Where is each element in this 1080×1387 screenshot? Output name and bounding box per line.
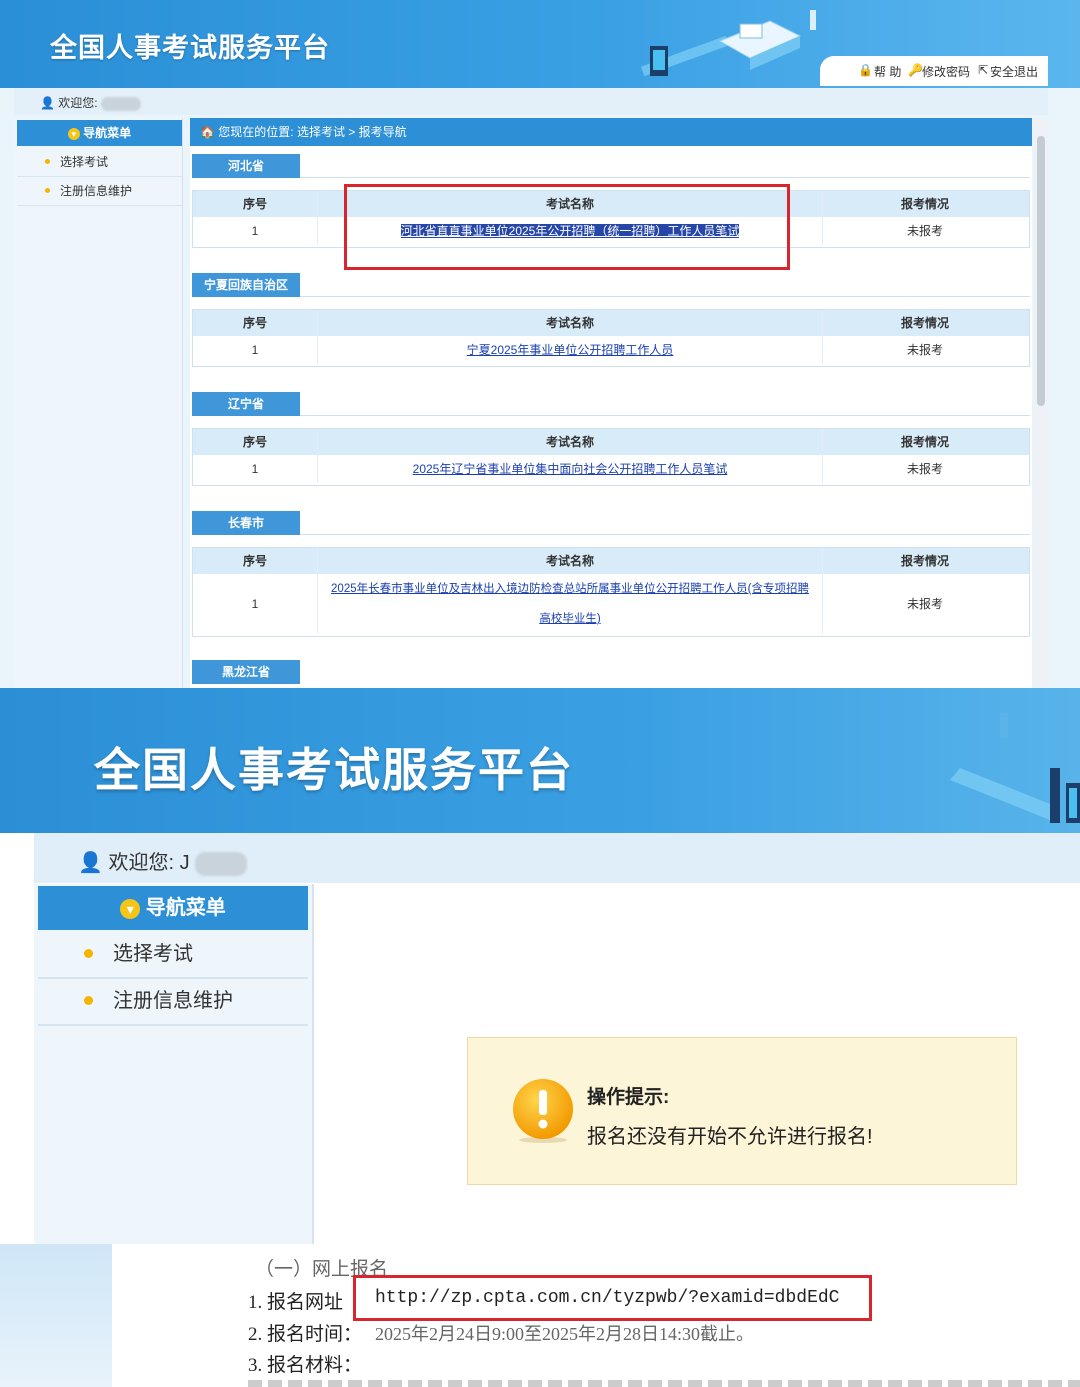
chevron-down-icon: ▾ bbox=[120, 898, 141, 919]
exam-link[interactable]: 宁夏2025年事业单位公开招聘工作人员 bbox=[467, 343, 674, 357]
sidebar: ▾ 导航菜单 选择考试 注册信息维护 bbox=[34, 884, 314, 1244]
notice-title: 操作提示: bbox=[587, 1087, 670, 1108]
blurred-username bbox=[100, 96, 141, 111]
exam-link[interactable]: 2025年辽宁省事业单位集中面向社会公开招聘工作人员笔试 bbox=[413, 462, 728, 476]
sidebar-item-label: 选择考试 bbox=[113, 943, 193, 965]
operation-notice: 操作提示: 报名还没有开始不允许进行报名! bbox=[467, 1037, 1017, 1185]
chevron-down-icon: ▾ bbox=[67, 127, 80, 140]
breadcrumb: 🏠 您现在的位置: 选择考试 > 报考导航 bbox=[190, 118, 1032, 146]
welcome-label: 欢迎您: bbox=[58, 96, 98, 110]
help-link[interactable]: 帮 助 bbox=[874, 63, 901, 80]
table-header: 序号 考试名称 报考情况 bbox=[193, 548, 1029, 574]
nav-menu-header: ▾ 导航菜单 bbox=[38, 886, 308, 930]
registration-time-label: 2. 报名时间： bbox=[248, 1324, 363, 1345]
scrollbar-thumb[interactable] bbox=[1037, 136, 1045, 406]
nav-menu-title: 导航菜单 bbox=[83, 126, 132, 140]
username-fragment: J bbox=[179, 852, 190, 874]
sidebar-item-label: 注册信息维护 bbox=[60, 184, 133, 198]
welcome-bar: 👤 欢迎您: J bbox=[34, 833, 1080, 883]
lock-icon: 🔒 bbox=[858, 63, 873, 77]
exam-link[interactable]: 2025年长春市事业单位及吉林出入境边防检查总站所属事业单位公开招聘工作人员(含… bbox=[331, 583, 809, 595]
logout-icon: ⇱ bbox=[978, 63, 989, 77]
announcement-document: （一）网上报名 1. 报名网址 http://zp.cpta.com.cn/ty… bbox=[0, 1244, 1080, 1387]
table-header: 序号 考试名称 报考情况 bbox=[193, 429, 1029, 455]
user-icon: 👤 bbox=[78, 852, 103, 874]
site-header: 全国人事考试服务平台 🔒 帮 助 🔑 修改密码 ⇱ 安全退出 bbox=[0, 0, 1080, 88]
sidebar: ▾ 导航菜单 选择考试 注册信息维护 bbox=[14, 118, 183, 688]
site-header: 全国人事考试服务平台 bbox=[0, 688, 1080, 833]
scrollbar[interactable] bbox=[1034, 118, 1048, 688]
registration-time-value: 2025年2月24日9:00至2025年2月28日14:30截止。 bbox=[375, 1324, 755, 1344]
bullet-icon bbox=[45, 159, 50, 165]
region-tab: 宁夏回族自治区 bbox=[192, 273, 300, 297]
exam-table: 序号 考试名称 报考情况 1 2025年辽宁省事业单位集中面向社会公开招聘工作人… bbox=[192, 428, 1030, 486]
site-title: 全国人事考试服务平台 bbox=[94, 744, 574, 796]
exam-list-screenshot: 全国人事考试服务平台 🔒 帮 助 🔑 修改密码 ⇱ 安全退出 👤 欢迎您: ▾ … bbox=[0, 0, 1080, 688]
sidebar-item-profile[interactable]: 注册信息维护 bbox=[17, 177, 182, 206]
bullet-icon bbox=[45, 188, 50, 194]
table-row: 1 2025年辽宁省事业单位集中面向社会公开招聘工作人员笔试 未报考 bbox=[193, 455, 1029, 483]
sidebar-item-profile[interactable]: 注册信息维护 bbox=[38, 979, 308, 1026]
sidebar-item-select-exam[interactable]: 选择考试 bbox=[17, 148, 182, 177]
exam-table: 序号 考试名称 报考情况 1 2025年长春市事业单位及吉林出入境边防检查总站所… bbox=[192, 547, 1030, 637]
header-illustration bbox=[950, 713, 1080, 823]
warning-icon bbox=[513, 1079, 573, 1143]
notice-message: 报名还没有开始不允许进行报名! bbox=[587, 1126, 873, 1148]
top-links: 🔒 帮 助 🔑 修改密码 ⇱ 安全退出 bbox=[820, 56, 1048, 86]
sidebar-item-select-exam[interactable]: 选择考试 bbox=[38, 932, 308, 979]
bullet-icon bbox=[84, 995, 93, 1005]
main-content: 🏠 您现在的位置: 选择考试 > 报考导航 河北省 序号 考试名称 报考情况 1… bbox=[190, 118, 1032, 688]
welcome-bar: 👤 欢迎您: bbox=[14, 88, 1048, 115]
exam-table: 序号 考试名称 报考情况 1 宁夏2025年事业单位公开招聘工作人员 未报考 bbox=[192, 309, 1030, 367]
logout-link[interactable]: 安全退出 bbox=[990, 63, 1038, 80]
table-row: 1 宁夏2025年事业单位公开招聘工作人员 未报考 bbox=[193, 336, 1029, 364]
table-header: 序号 考试名称 报考情况 bbox=[193, 310, 1029, 336]
region-tab: 河北省 bbox=[192, 154, 300, 178]
registration-url-label: 1. 报名网址 bbox=[248, 1292, 344, 1313]
sidebar-item-label: 选择考试 bbox=[60, 155, 109, 169]
registration-notice-screenshot: 全国人事考试服务平台 👤 欢迎您: J ▾ 导航菜单 选择考试 注册信息维护 操… bbox=[0, 688, 1080, 1244]
sidebar-item-label: 注册信息维护 bbox=[113, 990, 233, 1012]
highlight-box bbox=[353, 1275, 872, 1321]
table-row: 1 2025年长春市事业单位及吉林出入境边防检查总站所属事业单位公开招聘工作人员… bbox=[193, 574, 1029, 634]
site-title: 全国人事考试服务平台 bbox=[50, 33, 330, 63]
region-tab: 黑龙江省 bbox=[192, 660, 300, 684]
registration-materials-label: 3. 报名材料： bbox=[248, 1355, 363, 1376]
region-tab: 长春市 bbox=[192, 511, 300, 535]
user-icon: 👤 bbox=[40, 96, 55, 110]
nav-menu-title: 导航菜单 bbox=[145, 897, 226, 919]
cut-off-text-line bbox=[248, 1380, 1080, 1387]
blurred-username bbox=[195, 851, 248, 876]
highlight-box bbox=[344, 184, 790, 270]
nav-menu-header: ▾ 导航菜单 bbox=[17, 120, 182, 146]
home-icon: 🏠 bbox=[200, 125, 215, 139]
exam-link-continued[interactable]: 高校毕业生) bbox=[539, 613, 600, 625]
bullet-icon bbox=[84, 948, 93, 958]
welcome-label: 欢迎您: bbox=[108, 852, 175, 874]
key-icon: 🔑 bbox=[908, 63, 923, 77]
region-tab: 辽宁省 bbox=[192, 392, 300, 416]
change-password-link[interactable]: 修改密码 bbox=[922, 63, 970, 80]
